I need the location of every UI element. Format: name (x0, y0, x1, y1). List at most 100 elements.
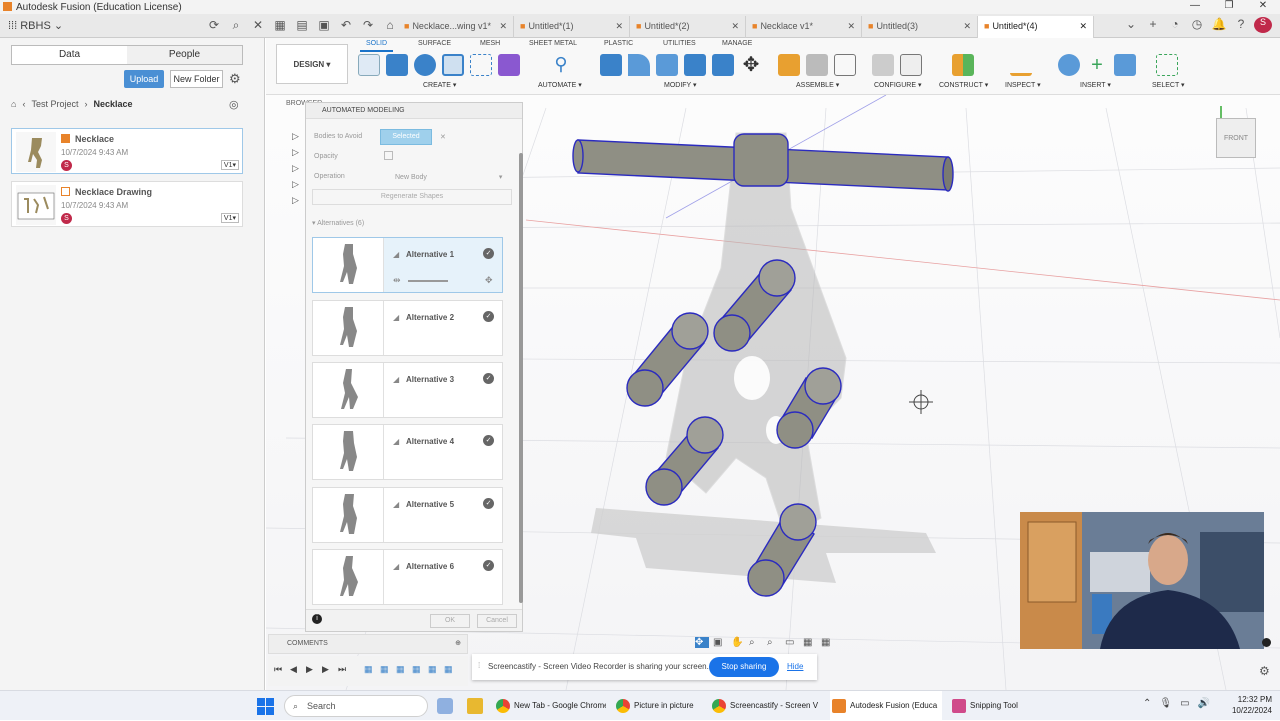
check-icon[interactable]: ✓ (483, 498, 494, 509)
grid-settings-icon[interactable]: ▦ (803, 637, 817, 648)
go-to-start-icon[interactable]: ⏮ (274, 664, 282, 675)
group-assemble[interactable]: ASSEMBLE ▾ (796, 81, 839, 89)
tab-0[interactable]: ■ Necklace...wing v1* ✕ (398, 16, 514, 38)
grid-apps-icon[interactable]: ▦ (271, 18, 289, 34)
canvas-image-icon[interactable] (1114, 54, 1136, 76)
tab-solid[interactable]: SOLID (359, 40, 394, 52)
new-component-icon[interactable] (778, 54, 800, 76)
check-icon[interactable]: ✓ (483, 435, 494, 446)
tab-3[interactable]: ■ Necklace v1* ✕ (746, 16, 862, 38)
clock[interactable]: 12:32 PM 10/22/2024 (1232, 694, 1272, 716)
opacity-slider[interactable] (408, 280, 448, 282)
hide-link[interactable]: Hide (787, 662, 803, 671)
zoom-window-icon[interactable]: ⌕ (749, 637, 763, 648)
chevron-left-icon[interactable]: ‹ (22, 99, 25, 109)
version-badge[interactable]: V1▾ (220, 160, 239, 170)
group-construct[interactable]: CONSTRUCT ▾ (939, 81, 988, 89)
tab-4[interactable]: ■ Untitled(3) ✕ (862, 16, 978, 38)
expand-triangle-icon[interactable]: ▷ (292, 147, 299, 158)
measure-icon[interactable] (1010, 54, 1032, 76)
combine-icon[interactable] (712, 54, 734, 76)
operation-dropdown[interactable]: New Body ▾ (395, 173, 502, 181)
press-pull-icon[interactable] (600, 54, 622, 76)
new-folder-button[interactable]: New Folder (170, 70, 223, 88)
tab-sheet-metal[interactable]: SHEET METAL (529, 40, 577, 47)
tab-mesh[interactable]: MESH (480, 40, 500, 47)
settings-gear-icon[interactable]: ⚙ (1259, 664, 1270, 678)
taskbar-search[interactable]: ⌕ Search (284, 695, 428, 717)
step-back-icon[interactable]: ◀ (290, 664, 297, 675)
undo-icon[interactable]: ↶ (337, 18, 355, 34)
tab-surface[interactable]: SURFACE (418, 40, 451, 47)
timeline-feature-icon[interactable]: ▦ (412, 664, 421, 675)
account-icon[interactable]: S (1254, 17, 1272, 33)
insert-derive-icon[interactable] (1058, 54, 1080, 76)
close-tab-icon[interactable]: ✕ (963, 21, 971, 33)
dialog-scrollbar[interactable] (519, 153, 523, 603)
job-status-icon[interactable]: ◷ (1188, 17, 1206, 33)
alternative-card[interactable]: ◢ Alternative 6 ✓ (312, 549, 503, 605)
close-tab-icon[interactable]: ✕ (1079, 21, 1087, 33)
play-icon[interactable]: ▶ (306, 664, 313, 675)
chamfer-icon[interactable] (656, 54, 678, 76)
move-icon[interactable]: ✥ (740, 54, 762, 76)
windows-start-icon[interactable] (257, 698, 274, 715)
breadcrumb-project[interactable]: Test Project (31, 99, 78, 109)
stop-sharing-button[interactable]: Stop sharing (709, 657, 779, 677)
shell-icon[interactable] (684, 54, 706, 76)
redo-icon[interactable]: ↷ (359, 18, 377, 34)
tab-5[interactable]: ■ Untitled*(4) ✕ (978, 16, 1094, 38)
minimize-icon[interactable]: — (1178, 0, 1212, 11)
group-configure[interactable]: CONFIGURE ▾ (874, 81, 921, 89)
widget-icon[interactable] (437, 698, 453, 714)
insert-component-icon[interactable]: + (1086, 54, 1108, 76)
close-icon[interactable]: ✕ (1246, 0, 1280, 11)
extrude-icon[interactable] (386, 54, 408, 76)
notifications-icon[interactable]: 🔔 (1210, 17, 1228, 33)
taskbar-app-pip[interactable]: Picture in picture (614, 691, 704, 721)
group-modify[interactable]: MODIFY ▾ (664, 81, 697, 89)
info-icon[interactable]: i (312, 614, 322, 624)
alternative-card[interactable]: ◢ Alternative 5 ✓ (312, 487, 503, 543)
revolve-icon[interactable] (414, 54, 436, 76)
alternative-card[interactable]: ◢ Alternative 4 ✓ (312, 424, 503, 480)
zoom-icon[interactable]: ⌕ (767, 637, 781, 648)
taskbar-app-screencastify[interactable]: Screencastify - Screen V (710, 691, 822, 721)
timeline-feature-icon[interactable]: ▦ (444, 664, 453, 675)
file-card[interactable]: Necklace Drawing 10/7/2024 9:43 AM S V1▾ (11, 181, 243, 227)
camera-toggle-icon[interactable] (1262, 638, 1271, 647)
save-icon[interactable]: ▣ (315, 18, 333, 34)
orbit-icon[interactable]: ✥ (695, 636, 709, 648)
home-icon[interactable]: ⌂ (11, 99, 16, 109)
gear-icon[interactable]: ⚙ (229, 71, 241, 87)
group-select[interactable]: SELECT ▾ (1152, 81, 1185, 89)
step-forward-icon[interactable]: ▶ (322, 664, 329, 675)
alternatives-header[interactable]: ▾ Alternatives (6) (312, 219, 364, 227)
network-icon[interactable]: ▭ (1180, 698, 1189, 709)
timeline-feature-icon[interactable]: ▦ (396, 664, 405, 675)
chevron-up-icon[interactable]: ⌃ (1143, 698, 1151, 709)
taskbar-app-fusion[interactable]: Autodesk Fusion (Educa (830, 691, 942, 721)
go-to-end-icon[interactable]: ⏭ (338, 664, 346, 675)
taskbar-app-chrome[interactable]: New Tab - Google Chrome (494, 691, 606, 721)
alternative-card[interactable]: ◢ Alternative 1 ✓ ⇹ ✥ (312, 237, 503, 293)
clear-selection-icon[interactable]: ✕ (440, 133, 446, 141)
close-tab-icon[interactable]: ✕ (731, 21, 739, 33)
file-menu-icon[interactable]: ▤ (293, 18, 311, 34)
joint-icon[interactable] (806, 54, 828, 76)
comments-panel[interactable]: COMMENTS ⊕ (268, 634, 468, 654)
opacity-checkbox[interactable] (384, 151, 393, 160)
expand-triangle-icon[interactable]: ▷ (292, 195, 299, 206)
globe-icon[interactable]: ◎ (229, 98, 239, 111)
alternative-card[interactable]: ◢ Alternative 2 ✓ (312, 300, 503, 356)
sketch-icon[interactable] (358, 54, 380, 76)
tab-2[interactable]: ■ Untitled*(2) ✕ (630, 16, 746, 38)
pan-icon[interactable]: ✋ (731, 637, 745, 648)
people-tab[interactable]: People (127, 46, 242, 64)
group-insert[interactable]: INSERT ▾ (1080, 81, 1111, 89)
ok-button[interactable]: OK (430, 614, 470, 628)
volume-icon[interactable]: 🔊 (1198, 698, 1210, 709)
workspace-switcher[interactable]: DESIGN ▾ (276, 44, 348, 84)
check-icon[interactable]: ✓ (483, 373, 494, 384)
home-icon[interactable]: ⌂ (381, 18, 399, 34)
